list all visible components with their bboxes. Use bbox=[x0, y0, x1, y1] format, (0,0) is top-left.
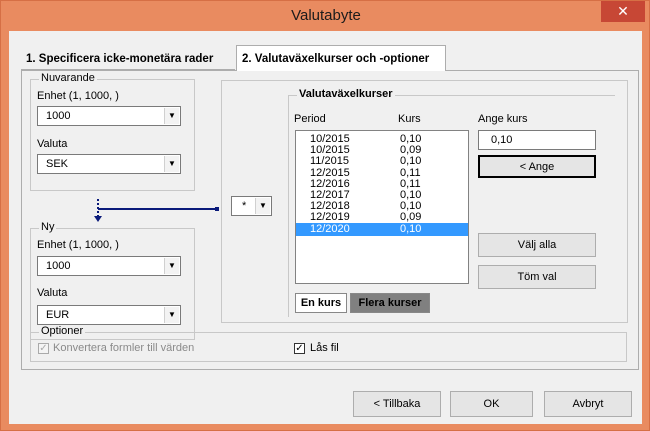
rate-column-header: Kurs bbox=[398, 113, 421, 125]
dialog-client-area: 1. Specificera icke-monetära rader 2. Va… bbox=[9, 31, 642, 424]
current-currency-label: Valuta bbox=[37, 138, 68, 150]
close-button[interactable]: ✕ bbox=[601, 1, 645, 22]
options-group-label: Optioner bbox=[39, 325, 86, 337]
tab-specify-nonmonetary-rows[interactable]: 1. Specificera icke-monetära rader bbox=[21, 48, 235, 70]
chevron-down-icon[interactable]: ▼ bbox=[255, 198, 270, 214]
new-unit-dropdown[interactable]: 1000 ▼ bbox=[37, 256, 181, 276]
options-group: Optioner ✓ Konvertera formler till värde… bbox=[30, 325, 627, 362]
operator-dropdown[interactable]: * ▼ bbox=[231, 196, 272, 216]
current-unit-value: 1000 bbox=[46, 110, 71, 122]
chevron-down-icon[interactable]: ▼ bbox=[164, 108, 179, 124]
current-group-label: Nuvarande bbox=[39, 72, 97, 84]
clear-selection-button[interactable]: Töm val bbox=[478, 265, 596, 289]
rates-container: * ▼ Valutaväxelkurser Period Kurs 10/201… bbox=[221, 80, 628, 323]
tab-panel: Nuvarande Enhet (1, 1000, ) 1000 ▼ Valut… bbox=[21, 70, 639, 370]
rate-value: 0,10 bbox=[400, 222, 422, 235]
new-currency-label: Valuta bbox=[37, 287, 68, 299]
close-icon: ✕ bbox=[617, 3, 629, 19]
new-currency-value: EUR bbox=[46, 309, 70, 321]
rate-list-item[interactable]: 12/2020 0,10 bbox=[296, 222, 468, 236]
lock-file-label: Lås fil bbox=[310, 342, 339, 354]
current-unit-label: Enhet (1, 1000, ) bbox=[37, 90, 119, 102]
dialog-window: Valutabyte ✕ 1. Specificera icke-monetär… bbox=[0, 0, 650, 431]
new-unit-label: Enhet (1, 1000, ) bbox=[37, 239, 119, 251]
current-group: Nuvarande Enhet (1, 1000, ) 1000 ▼ Valut… bbox=[30, 72, 195, 191]
lock-file-checkbox[interactable]: ✓ bbox=[294, 343, 305, 354]
rates-listbox[interactable]: 10/2015 0,10 10/2015 0,09 11/2015 0,10 12/2015… bbox=[295, 130, 469, 284]
enter-rate-input[interactable]: 0,10 bbox=[478, 130, 596, 150]
window-title: Valutabyte bbox=[291, 7, 361, 24]
back-button[interactable]: < Tillbaka bbox=[353, 391, 441, 417]
new-currency-dropdown[interactable]: EUR ▼ bbox=[37, 305, 181, 325]
convert-formulas-label: Konvertera formler till värden bbox=[53, 342, 195, 354]
current-currency-value: SEK bbox=[46, 158, 69, 170]
period-column-header: Period bbox=[294, 113, 326, 125]
chevron-down-icon[interactable]: ▼ bbox=[164, 307, 179, 323]
chevron-down-icon[interactable]: ▼ bbox=[164, 156, 179, 172]
new-group: Ny Enhet (1, 1000, ) 1000 ▼ Valuta EUR ▼ bbox=[30, 221, 195, 340]
current-currency-dropdown[interactable]: SEK ▼ bbox=[37, 154, 181, 174]
new-group-label: Ny bbox=[39, 221, 57, 233]
ok-button[interactable]: OK bbox=[450, 391, 533, 417]
operator-value: * bbox=[242, 200, 247, 212]
rates-group-label: Valutaväxelkurser bbox=[297, 88, 395, 100]
single-rate-toggle[interactable]: En kurs bbox=[295, 293, 347, 313]
rate-period: 12/2020 bbox=[310, 222, 350, 235]
chevron-down-icon[interactable]: ▼ bbox=[164, 258, 179, 274]
rates-group: Valutaväxelkurser Period Kurs 10/2015 0,1… bbox=[288, 88, 615, 317]
cancel-button[interactable]: Avbryt bbox=[544, 391, 632, 417]
select-all-button[interactable]: Välj alla bbox=[478, 233, 596, 257]
new-unit-value: 1000 bbox=[46, 260, 71, 272]
enter-rate-label: Ange kurs bbox=[478, 113, 528, 125]
multiple-rates-toggle[interactable]: Flera kurser bbox=[350, 293, 430, 313]
conversion-connector bbox=[94, 199, 219, 222]
tab-exchange-rates-options[interactable]: 2. Valutaväxelkurser och -optioner bbox=[236, 45, 446, 71]
title-bar[interactable]: Valutabyte bbox=[1, 1, 650, 31]
enter-rate-button[interactable]: < Ange bbox=[478, 155, 596, 178]
current-unit-dropdown[interactable]: 1000 ▼ bbox=[37, 106, 181, 126]
convert-formulas-checkbox[interactable]: ✓ bbox=[38, 343, 49, 354]
